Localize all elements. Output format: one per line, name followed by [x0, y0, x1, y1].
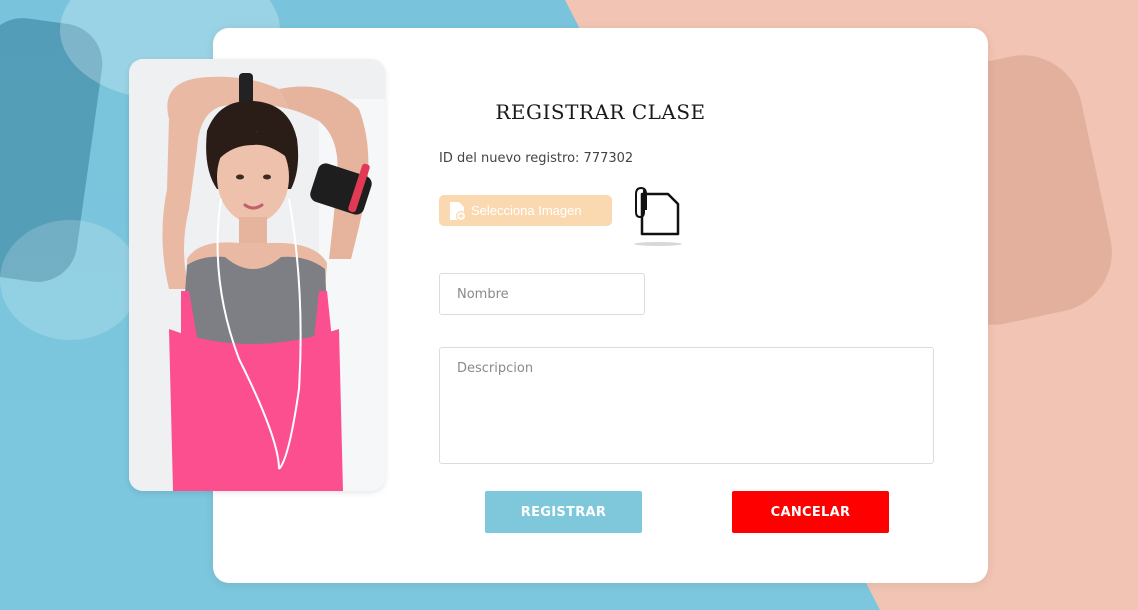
page-title: REGISTRAR CLASE: [495, 100, 706, 124]
select-image-button[interactable]: Selecciona Imagen: [439, 195, 612, 226]
document-add-icon: [447, 200, 467, 222]
background-decoration: [0, 220, 140, 340]
name-input[interactable]: [439, 273, 645, 315]
paperclip-file-icon: [632, 186, 684, 248]
description-textarea[interactable]: [439, 347, 934, 464]
select-image-label: Selecciona Imagen: [471, 203, 582, 218]
record-id-text: ID del nuevo registro: 777302: [439, 151, 634, 166]
register-button[interactable]: REGISTRAR: [485, 491, 642, 533]
cancel-button[interactable]: CANCELAR: [732, 491, 889, 533]
